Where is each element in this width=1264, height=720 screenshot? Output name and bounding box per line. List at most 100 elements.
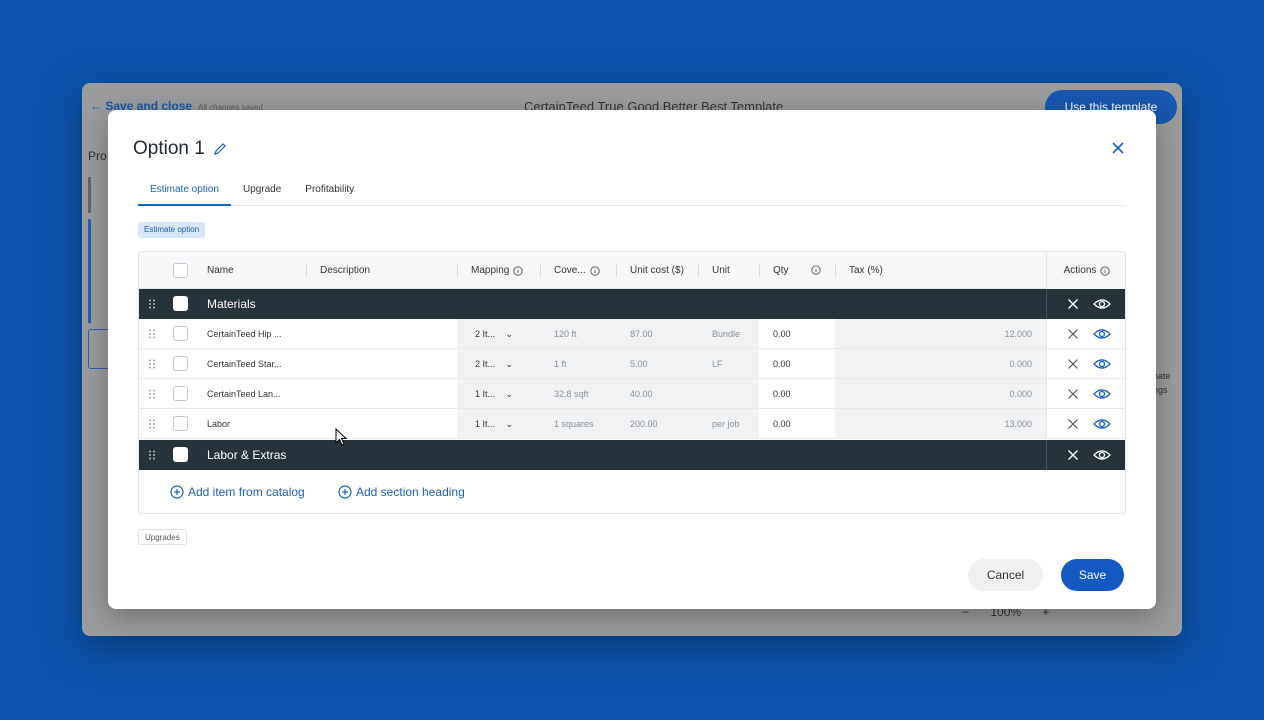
drag-handle-icon[interactable] (148, 359, 156, 369)
table-header: Name Description Mapping Cove... Unit co… (139, 252, 1125, 289)
info-icon[interactable] (811, 265, 821, 275)
mapping-select[interactable]: 2 It... ⌄ (475, 329, 513, 340)
close-icon[interactable] (1110, 140, 1126, 156)
unit-cost-value: 200.00 (630, 419, 658, 429)
line-items-table: Name Description Mapping Cove... Unit co… (138, 251, 1126, 514)
col-mapping-label: Mapping (471, 265, 510, 276)
plus-circle-icon (170, 485, 184, 499)
eye-icon[interactable] (1093, 327, 1111, 341)
col-unit-cost: Unit cost ($) (630, 265, 684, 276)
col-separator (835, 264, 836, 277)
col-actions: Actions (1046, 252, 1125, 289)
section-row-materials[interactable]: Materials (139, 289, 1125, 319)
item-name[interactable]: CertainTeed Hip ... (207, 329, 282, 339)
plus-circle-icon (338, 485, 352, 499)
table-row[interactable]: CertainTeed Hip ... 2 It... ⌄ 120 ft 87.… (139, 319, 1125, 349)
eye-icon[interactable] (1093, 297, 1111, 311)
delete-icon[interactable] (1067, 358, 1079, 370)
cancel-button[interactable]: Cancel (968, 559, 1043, 591)
col-separator (616, 264, 617, 277)
info-icon[interactable] (513, 265, 524, 276)
section-label: Materials (207, 297, 256, 311)
section-checkbox[interactable] (173, 447, 188, 462)
drag-handle-icon[interactable] (148, 419, 156, 429)
info-icon[interactable] (1100, 265, 1111, 276)
row-checkbox[interactable] (173, 416, 188, 431)
qty-input[interactable]: 0.00 (773, 389, 791, 399)
mapping-value: 1 It... (475, 389, 496, 399)
drag-handle-icon[interactable] (148, 329, 156, 339)
section-row-labor-extras[interactable]: Labor & Extras (139, 440, 1125, 470)
eye-icon[interactable] (1093, 448, 1111, 462)
col-separator (540, 264, 541, 277)
info-icon[interactable] (590, 265, 600, 276)
delete-icon[interactable] (1067, 298, 1079, 310)
col-separator (759, 264, 760, 277)
drag-handle-icon[interactable] (148, 389, 156, 399)
coverage-value: 1 ft (554, 359, 567, 369)
add-section-heading-button[interactable]: Add section heading (338, 485, 465, 499)
add-item-from-catalog-button[interactable]: Add item from catalog (170, 485, 305, 499)
edit-pencil-icon[interactable] (213, 142, 227, 156)
delete-icon[interactable] (1067, 418, 1079, 430)
col-tax: Tax (%) (849, 265, 883, 276)
sidebar-divider (88, 177, 91, 213)
delete-icon[interactable] (1067, 388, 1079, 400)
select-all-checkbox[interactable] (173, 263, 188, 278)
row-checkbox[interactable] (173, 386, 188, 401)
eye-icon[interactable] (1093, 357, 1111, 371)
drag-handle-icon[interactable] (148, 299, 156, 309)
unit-value: Bundle (712, 329, 741, 339)
mouse-cursor-icon (335, 428, 347, 446)
add-item-label: Add item from catalog (188, 485, 305, 499)
chevron-down-icon: ⌄ (505, 329, 514, 339)
unit-cost-value: 40.00 (630, 389, 653, 399)
row-actions (1046, 349, 1125, 378)
table-row[interactable]: Labor 1 It... ⌄ 1 squares 200.00 per job… (139, 409, 1125, 439)
table-row[interactable]: CertainTeed Lan... 1 It... ⌄ 32.8 sqft 4… (139, 379, 1125, 409)
qty-input[interactable]: 0.00 (773, 419, 791, 429)
unit-cost-value: 5.00 (630, 359, 648, 369)
modal-tabs: Estimate option Upgrade Profitability (138, 174, 1126, 206)
row-checkbox[interactable] (173, 356, 188, 371)
mapping-select[interactable]: 1 It... ⌄ (475, 419, 513, 430)
item-name[interactable]: Labor (207, 419, 230, 429)
upgrades-chip: Upgrades (138, 529, 187, 545)
row-actions (1046, 289, 1125, 319)
delete-icon[interactable] (1067, 328, 1079, 340)
modal-title: Option 1 (133, 138, 227, 160)
tax-value: 0.000 (1009, 359, 1032, 369)
eye-icon[interactable] (1093, 387, 1111, 401)
option-modal: Option 1 Estimate option Upgrade Profita… (108, 110, 1156, 609)
qty-input[interactable]: 0.00 (773, 359, 791, 369)
tax-value: 13.000 (1004, 419, 1032, 429)
section-checkbox[interactable] (173, 296, 188, 311)
row-checkbox[interactable] (173, 326, 188, 341)
coverage-value: 32.8 sqft (554, 389, 589, 399)
item-name[interactable]: CertainTeed Star... (207, 359, 282, 369)
add-actions-row: Add item from catalog Add section headin… (139, 470, 1125, 513)
mapping-select[interactable]: 2 It... ⌄ (475, 359, 513, 370)
col-name: Name (207, 265, 234, 276)
sidebar-label: Pro (88, 149, 107, 163)
tab-upgrade[interactable]: Upgrade (231, 174, 293, 206)
sidebar-selection-indicator (88, 219, 91, 323)
modal-title-text: Option 1 (133, 138, 205, 159)
mapping-value: 2 It... (475, 359, 496, 369)
table-row[interactable]: CertainTeed Star... 2 It... ⌄ 1 ft 5.00 … (139, 349, 1125, 379)
tab-estimate-option[interactable]: Estimate option (138, 174, 231, 206)
mapping-value: 1 It... (475, 419, 496, 429)
mapping-select[interactable]: 1 It... ⌄ (475, 389, 513, 400)
chevron-down-icon: ⌄ (505, 389, 514, 399)
col-mapping: Mapping (471, 265, 524, 276)
tab-profitability[interactable]: Profitability (293, 174, 366, 206)
drag-handle-icon[interactable] (148, 450, 156, 460)
qty-input[interactable]: 0.00 (773, 329, 791, 339)
coverage-value: 120 ft (554, 329, 577, 339)
tax-value: 0.000 (1009, 389, 1032, 399)
item-name[interactable]: CertainTeed Lan... (207, 389, 281, 399)
save-button[interactable]: Save (1061, 559, 1124, 591)
delete-icon[interactable] (1067, 449, 1079, 461)
eye-icon[interactable] (1093, 417, 1111, 431)
section-label: Labor & Extras (207, 448, 287, 462)
